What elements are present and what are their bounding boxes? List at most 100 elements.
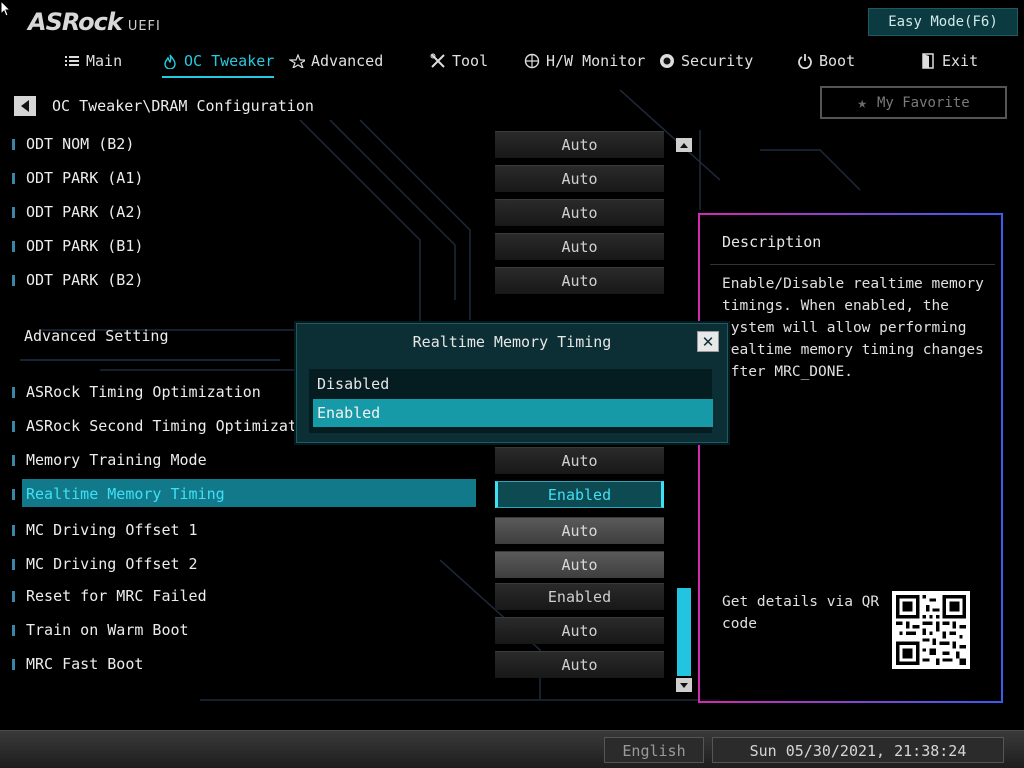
setting-row-selected[interactable]: Realtime Memory Timing Enabled	[0, 478, 680, 510]
tab-tool[interactable]: Tool	[430, 48, 488, 74]
row-bullet	[12, 387, 15, 398]
setting-value[interactable]: Auto	[495, 517, 664, 544]
setting-value[interactable]: Enabled	[495, 583, 664, 610]
close-button[interactable]: ✕	[697, 331, 719, 352]
option-enabled[interactable]: Enabled	[313, 399, 713, 427]
logo-text: ASRock	[28, 8, 123, 36]
setting-label: ODT NOM (B2)	[26, 135, 135, 153]
star-outline-icon	[289, 53, 305, 69]
setting-row[interactable]: MC Driving Offset 2 Auto	[0, 548, 680, 580]
setting-row[interactable]: MRC Fast Boot Auto	[0, 648, 680, 680]
setting-row[interactable]: ODT PARK (A1) Auto	[0, 162, 680, 194]
tab-label: Boot	[819, 52, 856, 70]
row-bullet	[12, 591, 15, 602]
setting-row[interactable]: ODT NOM (B2) Auto	[0, 128, 680, 160]
tab-label: Security	[681, 52, 754, 70]
star-icon: ★	[857, 93, 867, 112]
tab-boot[interactable]: Boot	[797, 48, 855, 74]
dialog-options: Disabled Enabled	[309, 369, 713, 433]
setting-value[interactable]: Auto	[495, 551, 664, 578]
row-bullet	[12, 659, 15, 670]
section-title: Advanced Setting	[24, 327, 169, 345]
mouse-cursor-icon	[0, 0, 12, 17]
easy-mode-button[interactable]: Easy Mode(F6)	[868, 8, 1018, 36]
setting-row[interactable]: ODT PARK (B1) Auto	[0, 230, 680, 262]
dialog-title: Realtime Memory Timing	[412, 333, 612, 351]
setting-label: Realtime Memory Timing	[26, 485, 225, 503]
row-bullet	[12, 455, 15, 466]
qr-caption: Get details via QR code	[722, 594, 880, 632]
favorite-label: My Favorite	[876, 94, 970, 111]
setting-label: Reset for MRC Failed	[26, 587, 207, 605]
option-disabled[interactable]: Disabled	[313, 370, 713, 398]
setting-value[interactable]: Auto	[495, 199, 664, 226]
row-bullet	[12, 421, 15, 432]
scrollbar-thumb[interactable]	[677, 588, 691, 676]
setting-row[interactable]: Train on Warm Boot Auto	[0, 614, 680, 646]
my-favorite-button[interactable]: ★ My Favorite	[820, 86, 1007, 119]
setting-value[interactable]: Auto	[495, 267, 664, 294]
setting-value[interactable]: Auto	[495, 651, 664, 678]
description-text: Enable/Disable realtime memory timings. …	[722, 276, 984, 380]
row-bullet	[12, 275, 15, 286]
setting-label: MC Driving Offset 1	[26, 521, 198, 539]
flame-icon	[162, 53, 178, 69]
setting-label: Memory Training Mode	[26, 451, 207, 469]
tab-label: Tool	[452, 52, 489, 70]
tab-label: Advanced	[311, 52, 384, 70]
setting-label: ODT PARK (B1)	[26, 237, 144, 255]
setting-label: ODT PARK (A2)	[26, 203, 144, 221]
scroll-up-button[interactable]	[676, 138, 692, 152]
qr-code	[892, 591, 970, 669]
setting-value[interactable]: Auto	[495, 617, 664, 644]
description-panel: Description Enable/Disable realtime memo…	[698, 213, 1003, 703]
language-button[interactable]: English	[604, 737, 704, 763]
breadcrumb-path: OC Tweaker\DRAM Configuration	[52, 97, 314, 115]
setting-row[interactable]: Reset for MRC Failed Enabled	[0, 580, 680, 612]
option-select-dialog: Realtime Memory Timing ✕ Disabled Enable…	[296, 323, 728, 443]
tab-label: Exit	[942, 52, 979, 70]
setting-label: MC Driving Offset 2	[26, 555, 198, 573]
setting-row[interactable]: ODT PARK (B2) Auto	[0, 264, 680, 296]
list-icon	[64, 53, 80, 69]
row-bullet	[12, 625, 15, 636]
setting-value[interactable]: Auto	[495, 447, 664, 474]
arrow-up-icon	[680, 142, 688, 148]
shield-icon	[659, 53, 675, 69]
setting-row[interactable]: MC Driving Offset 1 Auto	[0, 514, 680, 546]
main-tabs: Main OC Tweaker Advanced Tool H/W Monito…	[0, 48, 1024, 78]
power-icon	[797, 53, 813, 69]
tab-advanced[interactable]: Advanced	[289, 48, 383, 74]
tab-label: Main	[86, 52, 123, 70]
tab-main[interactable]: Main	[64, 48, 122, 74]
datetime-display: Sun 05/30/2021, 21:38:24	[712, 737, 1004, 763]
qr-code-icon	[896, 595, 966, 665]
scroll-down-button[interactable]	[676, 678, 692, 692]
setting-row[interactable]: Memory Training Mode Auto	[0, 444, 680, 476]
arrow-down-icon	[680, 682, 688, 688]
setting-value[interactable]: Auto	[495, 165, 664, 192]
tab-label: OC Tweaker	[184, 52, 275, 70]
tools-icon	[430, 53, 446, 69]
setting-value[interactable]: Auto	[495, 233, 664, 260]
setting-label: Train on Warm Boot	[26, 621, 189, 639]
tab-security[interactable]: Security	[659, 48, 753, 74]
row-bullet	[12, 525, 15, 536]
setting-label: ASRock Timing Optimization	[26, 383, 261, 401]
setting-label: ODT PARK (A1)	[26, 169, 144, 187]
tab-exit[interactable]: Exit	[920, 48, 978, 74]
tab-hw-monitor[interactable]: H/W Monitor	[524, 48, 645, 74]
setting-row[interactable]: ODT PARK (A2) Auto	[0, 196, 680, 228]
tab-oc-tweaker[interactable]: OC Tweaker	[162, 48, 275, 78]
arrow-left-icon	[21, 100, 29, 112]
setting-value[interactable]: Enabled	[495, 481, 664, 508]
back-button[interactable]	[14, 96, 36, 116]
tab-label: H/W Monitor	[546, 52, 646, 70]
logo-subtext: UEFI	[127, 19, 161, 34]
setting-value[interactable]: Auto	[495, 131, 664, 158]
setting-label: ODT PARK (B2)	[26, 271, 144, 289]
row-bullet	[12, 207, 15, 218]
row-bullet	[12, 139, 15, 150]
setting-label: MRC Fast Boot	[26, 655, 144, 673]
row-bullet	[12, 241, 15, 252]
